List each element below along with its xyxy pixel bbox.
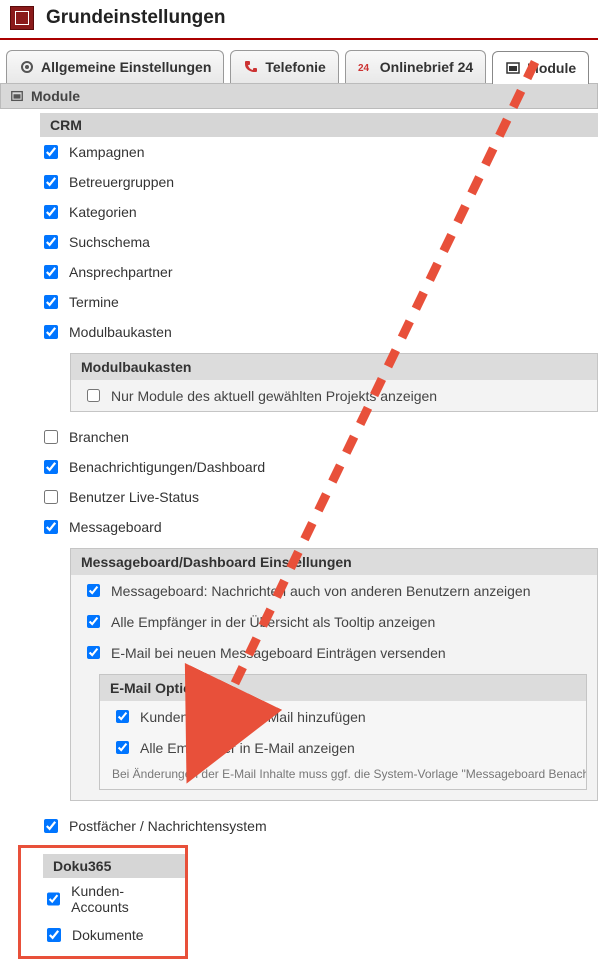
- list-item: Betreuergruppen: [0, 167, 598, 197]
- list-item: Postfächer / Nachrichtensystem: [0, 811, 598, 841]
- page-title: Grundeinstellungen: [46, 7, 225, 29]
- tab-label: Module: [527, 60, 576, 76]
- list-item: Branchen: [0, 422, 598, 452]
- checkbox-termine[interactable]: [44, 295, 58, 309]
- gear-icon: [19, 59, 35, 75]
- checkbox-branchen[interactable]: [44, 430, 58, 444]
- checkbox-mb-tooltip[interactable]: [87, 615, 100, 628]
- subbox-item: Alle Empfänger in E-Mail anzeigen: [100, 732, 586, 763]
- checkbox-kampagnen[interactable]: [44, 145, 58, 159]
- modulbaukasten-box: Modulbaukasten Nur Module des aktuell ge…: [70, 353, 598, 412]
- checkbox-dokumente[interactable]: [47, 928, 61, 942]
- item-label: E-Mail bei neuen Messageboard Einträgen …: [111, 645, 446, 661]
- checkbox-mb-other-users[interactable]: [87, 584, 100, 597]
- item-label: Suchschema: [69, 234, 150, 250]
- checkbox-email-recipients[interactable]: [116, 741, 129, 754]
- tab-bar: Allgemeine Einstellungen Telefonie 24 On…: [0, 40, 598, 83]
- list-item: Dokumente: [21, 920, 185, 950]
- svg-text:24: 24: [358, 63, 370, 74]
- list-item: Kunden-Accounts: [21, 878, 185, 920]
- list-item: Termine: [0, 287, 598, 317]
- checkbox-suchschema[interactable]: [44, 235, 58, 249]
- page-header: Grundeinstellungen: [0, 0, 598, 40]
- item-label: Dokumente: [72, 927, 144, 943]
- settings-icon: [10, 6, 34, 30]
- content-area: CRM Kampagnen Betreuergruppen Kategorien…: [0, 109, 598, 959]
- email-note: Bei Änderungen der E-Mail Inhalte muss g…: [100, 763, 586, 789]
- module-icon: [505, 60, 521, 76]
- checkbox-betreuergruppen[interactable]: [44, 175, 58, 189]
- list-item: Kategorien: [0, 197, 598, 227]
- list-item: Modulbaukasten: [0, 317, 598, 347]
- doku365-highlight: Doku365 Kunden-Accounts Dokumente: [18, 845, 188, 959]
- item-label: Nur Module des aktuell gewählten Projekt…: [111, 388, 437, 404]
- tab-label: Allgemeine Einstellungen: [41, 59, 211, 75]
- tab-label: Onlinebrief 24: [380, 59, 473, 75]
- item-label: Alle Empfänger in der Übersicht als Tool…: [111, 614, 435, 630]
- item-label: Ansprechpartner: [69, 264, 173, 280]
- checkbox-live-status[interactable]: [44, 490, 58, 504]
- checkbox-kunden-accounts[interactable]: [47, 892, 60, 906]
- item-label: Benachrichtigungen/Dashboard: [69, 459, 265, 475]
- messageboard-box: Messageboard/Dashboard Einstellungen Mes…: [70, 548, 598, 801]
- subbox-item: Messageboard: Nachrichten auch von ander…: [71, 575, 597, 606]
- subbox-title: Messageboard/Dashboard Einstellungen: [71, 549, 597, 575]
- item-label: Betreuergruppen: [69, 174, 174, 190]
- module-small-icon: [9, 88, 25, 104]
- item-label: Postfächer / Nachrichtensystem: [69, 818, 267, 834]
- checkbox-benachrichtigungen[interactable]: [44, 460, 58, 474]
- list-item: Kampagnen: [0, 137, 598, 167]
- item-label: Benutzer Live-Status: [69, 489, 199, 505]
- item-label: Messageboard: [69, 519, 162, 535]
- checkbox-mb-email[interactable]: [87, 646, 100, 659]
- list-item: Suchschema: [0, 227, 598, 257]
- email-options-box: E-Mail Optionen Kunden-Report in E-Mail …: [99, 674, 587, 790]
- checkbox-email-report[interactable]: [116, 710, 129, 723]
- subbox-title: Modulbaukasten: [71, 354, 597, 380]
- checkbox-postfaecher[interactable]: [44, 819, 58, 833]
- item-label: Messageboard: Nachrichten auch von ander…: [111, 583, 531, 599]
- item-label: Alle Empfänger in E-Mail anzeigen: [140, 740, 355, 756]
- list-item: Ansprechpartner: [0, 257, 598, 287]
- list-item: Messageboard: [0, 512, 598, 542]
- checkbox-ansprechpartner[interactable]: [44, 265, 58, 279]
- panel-label: Module: [31, 88, 80, 104]
- checkbox-kategorien[interactable]: [44, 205, 58, 219]
- item-label: Kunden-Report in E-Mail hinzufügen: [140, 709, 366, 725]
- list-item: Benachrichtigungen/Dashboard: [0, 452, 598, 482]
- item-label: Modulbaukasten: [69, 324, 172, 340]
- subbox-item: Kunden-Report in E-Mail hinzufügen: [100, 701, 586, 732]
- item-label: Branchen: [69, 429, 129, 445]
- subbox-item: Alle Empfänger in der Übersicht als Tool…: [71, 606, 597, 637]
- checkbox-messageboard[interactable]: [44, 520, 58, 534]
- panel-header: Module: [0, 83, 598, 109]
- tab-label: Telefonie: [265, 59, 325, 75]
- item-label: Kunden-Accounts: [71, 883, 175, 915]
- list-item: Benutzer Live-Status: [0, 482, 598, 512]
- subbox-item: E-Mail bei neuen Messageboard Einträgen …: [71, 637, 597, 668]
- checkbox-modulbaukasten[interactable]: [44, 325, 58, 339]
- mail-24-icon: 24: [358, 59, 374, 75]
- subbox-title: E-Mail Optionen: [100, 675, 586, 701]
- section-doku365-title: Doku365: [43, 854, 185, 878]
- checkbox-only-current-project[interactable]: [87, 389, 100, 402]
- item-label: Termine: [69, 294, 119, 310]
- tab-telefonie[interactable]: Telefonie: [230, 50, 338, 83]
- tab-module[interactable]: Module: [492, 51, 589, 84]
- subbox-item: Nur Module des aktuell gewählten Projekt…: [71, 380, 597, 411]
- phone-icon: [243, 59, 259, 75]
- tab-general[interactable]: Allgemeine Einstellungen: [6, 50, 224, 83]
- section-crm-title: CRM: [40, 113, 598, 137]
- item-label: Kampagnen: [69, 144, 145, 160]
- tab-onlinebrief[interactable]: 24 Onlinebrief 24: [345, 50, 486, 83]
- item-label: Kategorien: [69, 204, 137, 220]
